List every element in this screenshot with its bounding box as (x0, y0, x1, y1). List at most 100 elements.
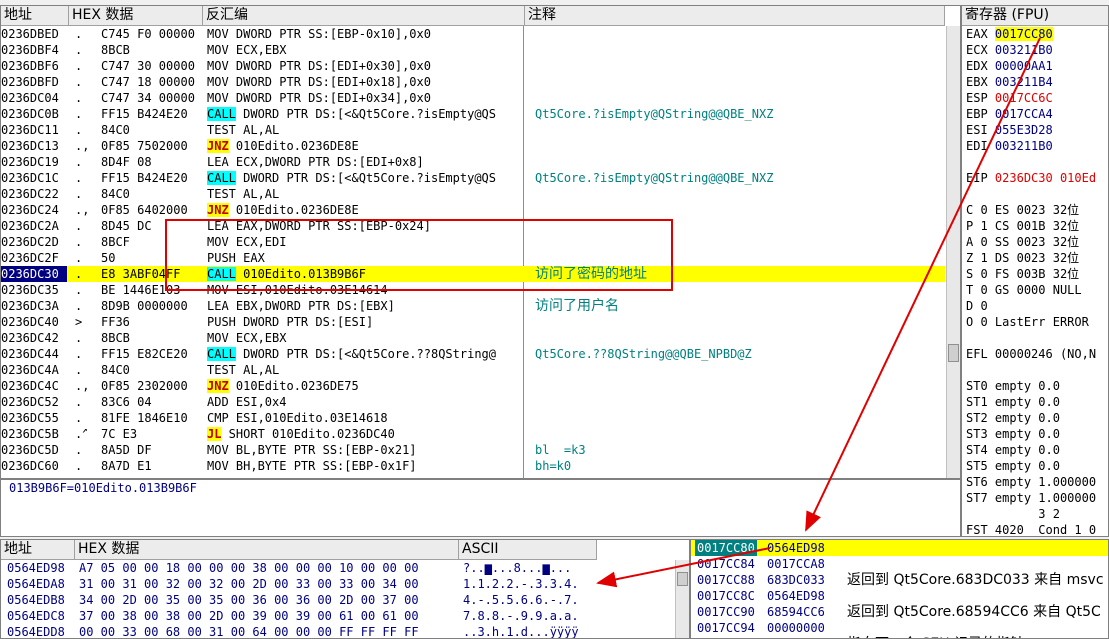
register-line[interactable]: ST3 empty 0.0 (966, 426, 1060, 442)
disasm-row[interactable]: 0236DC19. 8D4F 08 LEA ECX,DWORD PTR DS:[ED… (1, 154, 945, 170)
register-line[interactable]: T 0 GS 0000 NULL (966, 282, 1082, 298)
disasm-address: 0236DC3A (1, 299, 59, 313)
disasm-address: 0236DC22 (1, 187, 59, 201)
register-line[interactable]: EDI 003211B0 (966, 138, 1053, 154)
disasm-row[interactable]: 0236DBF4. 8BCB MOV ECX,EBX (1, 42, 945, 58)
register-line[interactable]: EDX 00000AA1 (966, 58, 1053, 74)
disasm-header-hex[interactable]: HEX 数据 (69, 6, 203, 26)
registers-pane[interactable]: 寄存器 (FPU) EAX 0017CC80 ECX 003211B0 EDX 00… (961, 5, 1109, 537)
disasm-address: 0236DC19 (1, 155, 59, 169)
instruction-text: LEA ECX,DWORD PTR DS:[EDI+0x8] (207, 155, 424, 169)
stack-row[interactable]: 0017CC84 0017CCA8 (691, 556, 1108, 572)
register-line[interactable]: C 0 ES 0023 32位 (966, 202, 1079, 218)
disassembly-pane[interactable]: 地址 HEX 数据 反汇编 注释 0236DBED. C745 F0 00000 M… (0, 5, 961, 479)
disasm-row[interactable]: 0236DC52. 83C6 04 ADD ESI,0x4 (1, 394, 945, 410)
stack-row[interactable]: 0017CC94 00000000 (691, 620, 1108, 636)
register-line[interactable]: ST1 empty 0.0 (966, 394, 1060, 410)
disasm-address: 0236DC35 (1, 283, 59, 297)
disasm-hex: C747 34 00000 (101, 91, 195, 105)
stack-row[interactable]: 0017CC8C 0564ED98 (691, 588, 1108, 604)
disasm-instruction: CALL DWORD PTR DS:[<&Qt5Core.?isEmpty@QS (207, 106, 523, 122)
instruction-text: MOV DWORD PTR SS:[EBP-0x10],0x0 (207, 27, 431, 41)
dump-header-ascii[interactable]: ASCII (459, 540, 597, 560)
disasm-instruction: JL SHORT 010Edito.0236DC40 (207, 426, 523, 442)
dump-header-hex[interactable]: HEX 数据 (75, 540, 459, 560)
register-line[interactable]: EBP 0017CCA4 (966, 106, 1053, 122)
disasm-row[interactable]: 0236DC13., 0F85 7502000 JNZ 010Edito.0236D… (1, 138, 945, 154)
register-line[interactable]: ESI 055E3D28 (966, 122, 1053, 138)
disasm-row[interactable]: 0236DC42. 8BCB MOV ECX,EBX (1, 330, 945, 346)
dump-pane[interactable]: 地址 HEX 数据 ASCII 0564ED98 A7 05 00 00 18 0… (0, 539, 690, 639)
mnemonic-call: CALL (207, 347, 236, 361)
stack-row[interactable]: 0017CC80 0564ED98 (691, 540, 1108, 556)
disasm-row[interactable]: 0236DC4A. 84C0 TEST AL,AL (1, 362, 945, 378)
register-line[interactable]: FST 4020 Cond 1 0 (966, 522, 1096, 536)
register-line[interactable]: A 0 SS 0023 32位 (966, 234, 1079, 250)
disasm-hex: FF15 B424E20 (101, 171, 188, 185)
dump-scroll-thumb[interactable] (677, 572, 688, 586)
register-line[interactable]: EAX 0017CC80 (966, 26, 1053, 42)
registers-header[interactable]: 寄存器 (FPU) (962, 6, 1108, 26)
register-name: ESP (966, 91, 988, 105)
register-line[interactable]: P 1 CS 001B 32位 (966, 218, 1079, 234)
register-value: empty 0.0 (994, 459, 1060, 473)
disasm-row[interactable]: 0236DC3A. 8D9B 0000000 LEA EBX,DWORD PTR D… (1, 298, 945, 314)
disasm-row[interactable]: 0236DC11. 84C0 TEST AL,AL (1, 122, 945, 138)
register-name: Z 1 (966, 251, 988, 265)
disasm-row[interactable]: 0236DC40 > FF36 PUSH DWORD PTR DS:[ESI] (1, 314, 945, 330)
disasm-scroll-thumb[interactable] (948, 344, 959, 362)
register-line[interactable]: D 0 (966, 298, 995, 314)
stack-row[interactable]: 0017CC88 683DC033 返回到 Qt5Core.683DC033 来自 … (691, 572, 1108, 588)
disasm-header-comment[interactable]: 注释 (525, 6, 945, 26)
disasm-row[interactable]: 0236DC5D. 8A5D DF MOV BL,BYTE PTR SS:[EBP-… (1, 442, 945, 458)
instruction-text: ADD ESI,0x4 (207, 395, 287, 409)
disasm-row[interactable]: 0236DC1C. FF15 B424E20 CALL DWORD PTR DS:[… (1, 170, 945, 186)
disasm-row[interactable]: 0236DC55. 81FE 1846E10 CMP ESI,010Edito.03… (1, 410, 945, 426)
register-line[interactable]: ESP 0017CC6C (966, 90, 1053, 106)
dump-scrollbar[interactable] (675, 560, 689, 638)
register-value: 0017CC6C (994, 91, 1053, 105)
disasm-row[interactable]: 0236DBED. C745 F0 00000 MOV DWORD PTR SS:[… (1, 26, 945, 42)
register-line[interactable]: Z 1 DS 0023 32位 (966, 250, 1079, 266)
stack-row[interactable]: 0017CC90 68594CC6 返回到 Qt5Core.68594CC6 来自 … (691, 604, 1108, 620)
register-line[interactable]: EFL 00000246 (NO,N (966, 346, 1096, 362)
register-line[interactable]: ST0 empty 0.0 (966, 378, 1060, 394)
disasm-instruction: MOV BL,BYTE PTR SS:[EBP-0x21] (207, 442, 523, 458)
disasm-marker: > (75, 315, 83, 329)
register-line[interactable]: ST6 empty 1.000000 (966, 474, 1096, 490)
register-value: empty 0.0 (994, 395, 1060, 409)
disasm-marker: . (75, 395, 83, 409)
disasm-hex: 0F85 2302000 (101, 379, 188, 393)
disasm-header-disasm[interactable]: 反汇编 (203, 6, 525, 26)
register-value: LastErr ERROR (994, 315, 1089, 329)
stack-value: 00000000 (767, 621, 825, 635)
register-line[interactable]: ST7 empty 1.000000 (966, 490, 1096, 506)
disasm-instruction: CMP ESI,010Edito.03E14618 (207, 410, 523, 426)
stack-pane[interactable]: 0017CC80 0564ED98 0017CC84 0017CCA8 0017CC88… (690, 539, 1109, 639)
disasm-header-address[interactable]: 地址 (1, 6, 69, 26)
register-line[interactable]: EIP 0236DC30 010Ed (966, 170, 1096, 186)
disasm-row[interactable]: 0236DC60. 8A7D E1 MOV BH,BYTE PTR SS:[EBP-… (1, 458, 945, 474)
disasm-row[interactable]: 0236DC24., 0F85 6402000 JNZ 010Edito.0236D… (1, 202, 945, 218)
disasm-comment: Qt5Core.??8QString@@QBE_NPBD@Z (535, 347, 752, 361)
disasm-row[interactable]: 0236DC04. C747 34 00000 MOV DWORD PTR DS:[… (1, 90, 945, 106)
register-line[interactable]: ST4 empty 0.0 (966, 442, 1060, 458)
register-line[interactable]: 3 2 (966, 506, 1060, 522)
disasm-scrollbar[interactable] (946, 26, 960, 478)
dump-header-address[interactable]: 地址 (1, 540, 75, 560)
disasm-row[interactable]: 0236DBFD. C747 18 00000 MOV DWORD PTR DS:[… (1, 74, 945, 90)
register-line[interactable]: EBX 003211B4 (966, 74, 1053, 90)
register-value: empty 1.000000 (994, 491, 1097, 505)
disasm-marker: . (75, 219, 83, 233)
disasm-row[interactable]: 0236DC0B. FF15 B424E20 CALL DWORD PTR DS:[… (1, 106, 945, 122)
register-line[interactable]: ST5 empty 0.0 (966, 458, 1060, 474)
register-line[interactable]: ECX 003211B0 (966, 42, 1053, 58)
disasm-row[interactable]: 0236DC22. 84C0 TEST AL,AL (1, 186, 945, 202)
disasm-row[interactable]: 0236DC44. FF15 E82CE20 CALL DWORD PTR DS:[… (1, 346, 945, 362)
disasm-row[interactable]: 0236DC5B .^ 7C E3 JL SHORT 010Edito.0236DC4… (1, 426, 945, 442)
disasm-row[interactable]: 0236DBF6. C747 30 00000 MOV DWORD PTR DS:[… (1, 58, 945, 74)
register-line[interactable]: O 0 LastErr ERROR (966, 314, 1089, 330)
register-line[interactable]: S 0 FS 003B 32位 (966, 266, 1079, 282)
register-line[interactable]: ST2 empty 0.0 (966, 410, 1060, 426)
disasm-row[interactable]: 0236DC4C., 0F85 2302000 JNZ 010Edito.0236D… (1, 378, 945, 394)
